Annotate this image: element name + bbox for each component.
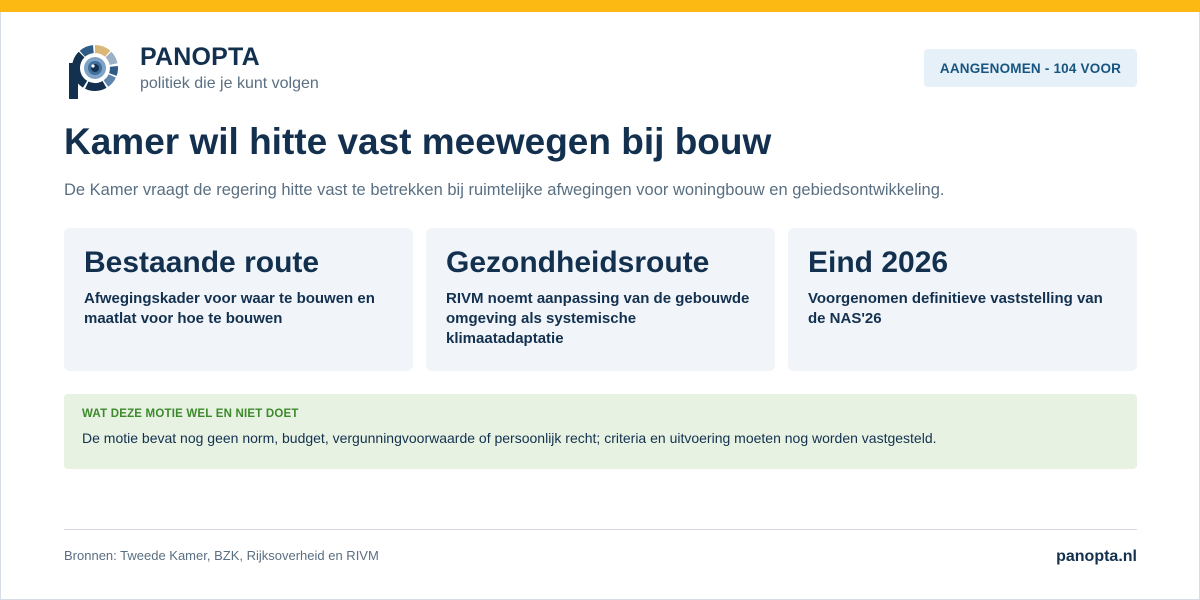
sources-text: Bronnen: Tweede Kamer, BZK, Rijksoverhei… [64,548,379,563]
info-card-existing-route: Bestaande route Afwegingskader voor waar… [64,228,413,371]
status-badge: AANGENOMEN - 104 VOOR [924,49,1137,87]
card-text: Afwegingskader voor waar te bouwen en ma… [84,290,375,327]
accent-top-bar [0,0,1200,12]
page-subtitle: De Kamer vraagt de regering hitte vast t… [64,181,945,199]
brand-name: PANOPTA [140,43,260,71]
info-card-deadline: Eind 2026 Voorgenomen definitieve vastst… [788,228,1137,371]
brand-tagline: politiek die je kunt volgen [140,75,319,92]
motion-scope-note: WAT DEZE MOTIE WEL EN NIET DOET De motie… [64,394,1137,469]
panopta-eye-logo-icon [68,41,122,99]
card-title: Gezondheidsroute [446,246,710,279]
info-card-health-route: Gezondheidsroute RIVM noemt aanpassing v… [426,228,775,371]
page-title: Kamer wil hitte vast meewegen bij bouw [64,121,772,162]
card-text: Voorgenomen definitieve vaststelling van… [808,290,1103,327]
footer-divider [64,529,1137,530]
card-title: Eind 2026 [808,246,949,279]
note-heading: WAT DEZE MOTIE WEL EN NIET DOET [82,408,299,420]
card-title: Bestaande route [84,246,320,279]
note-text: De motie bevat nog geen norm, budget, ve… [82,430,937,446]
site-link[interactable]: panopta.nl [1056,548,1137,566]
card-text: RIVM noemt aanpassing van de gebouwde om… [446,290,750,347]
